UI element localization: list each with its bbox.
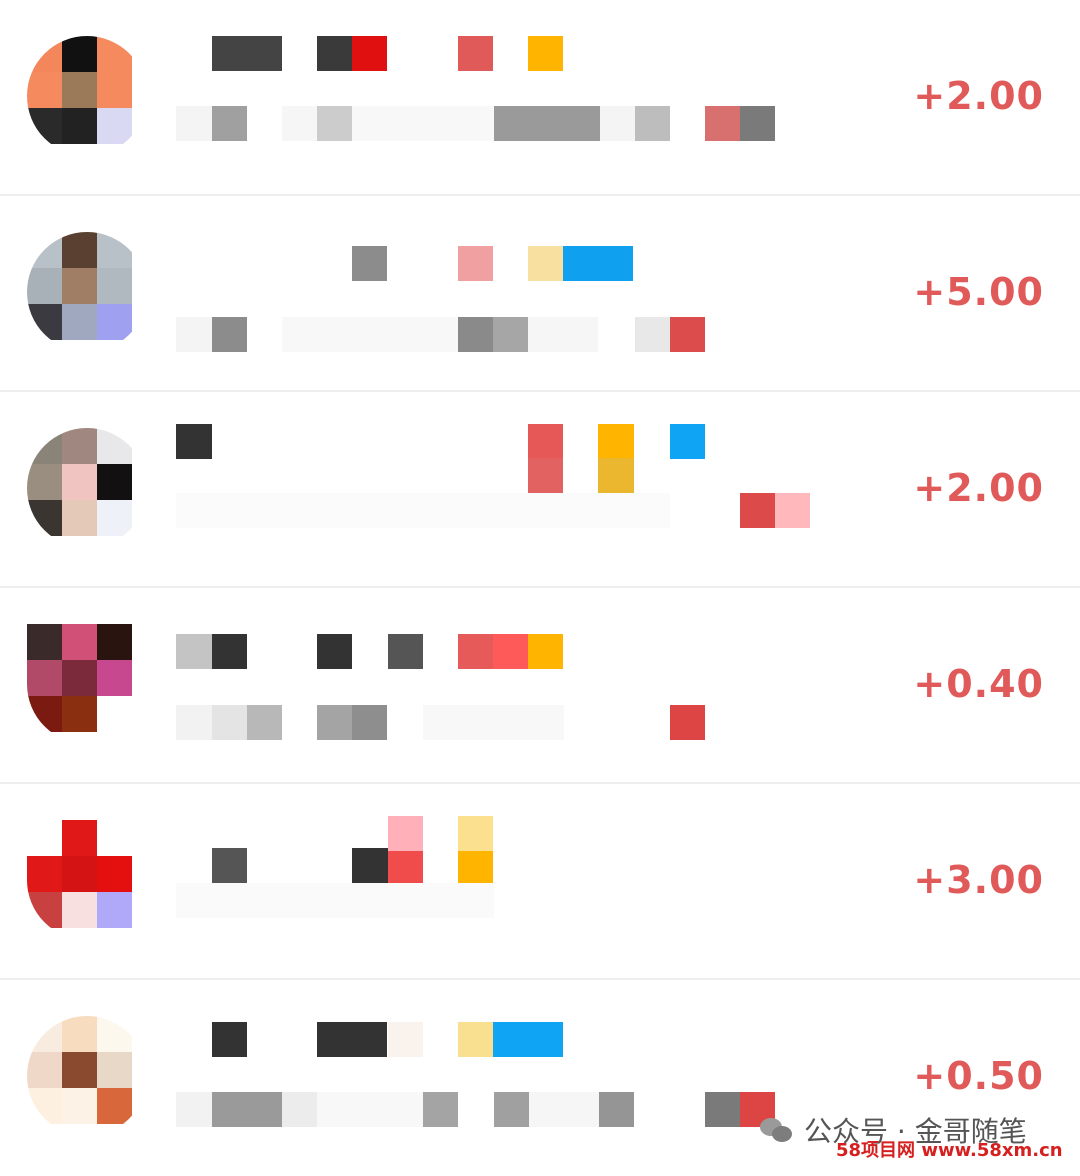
avatar [27, 36, 147, 156]
wechat-icon [760, 1116, 794, 1144]
user-name-redacted [176, 816, 536, 851]
amount-label: +0.50 [913, 1054, 1044, 1098]
transaction-row[interactable]: +2.00 [0, 392, 1080, 588]
transaction-row[interactable]: +0.40 [0, 588, 1080, 784]
message-redacted [176, 317, 716, 352]
amount-label: +2.00 [913, 74, 1044, 118]
amount-label: +0.40 [913, 662, 1044, 706]
amount-label: +5.00 [913, 270, 1044, 314]
transaction-row[interactable]: +5.00 [0, 196, 1080, 392]
avatar [27, 820, 147, 940]
amount-label: +2.00 [913, 466, 1044, 510]
avatar [27, 428, 147, 548]
message-redacted [176, 106, 776, 141]
user-name-redacted [176, 246, 636, 281]
message-redacted [176, 458, 636, 493]
message-redacted [176, 493, 816, 528]
watermark-site: 58项目网 www.58xm.cn [836, 1140, 1063, 1161]
message-redacted [176, 705, 716, 740]
user-name-redacted [176, 424, 716, 459]
message-redacted [176, 883, 496, 918]
message-redacted [176, 1092, 776, 1127]
avatar [27, 624, 147, 744]
user-name-redacted [176, 36, 596, 71]
avatar [27, 1016, 147, 1136]
transaction-row[interactable]: +2.00 [0, 0, 1080, 196]
avatar [27, 232, 147, 352]
amount-label: +3.00 [913, 858, 1044, 902]
user-name-redacted [176, 634, 636, 669]
user-name-redacted [176, 1022, 596, 1057]
transaction-row[interactable]: +3.00 [0, 784, 1080, 980]
user-name-redacted [176, 848, 536, 883]
